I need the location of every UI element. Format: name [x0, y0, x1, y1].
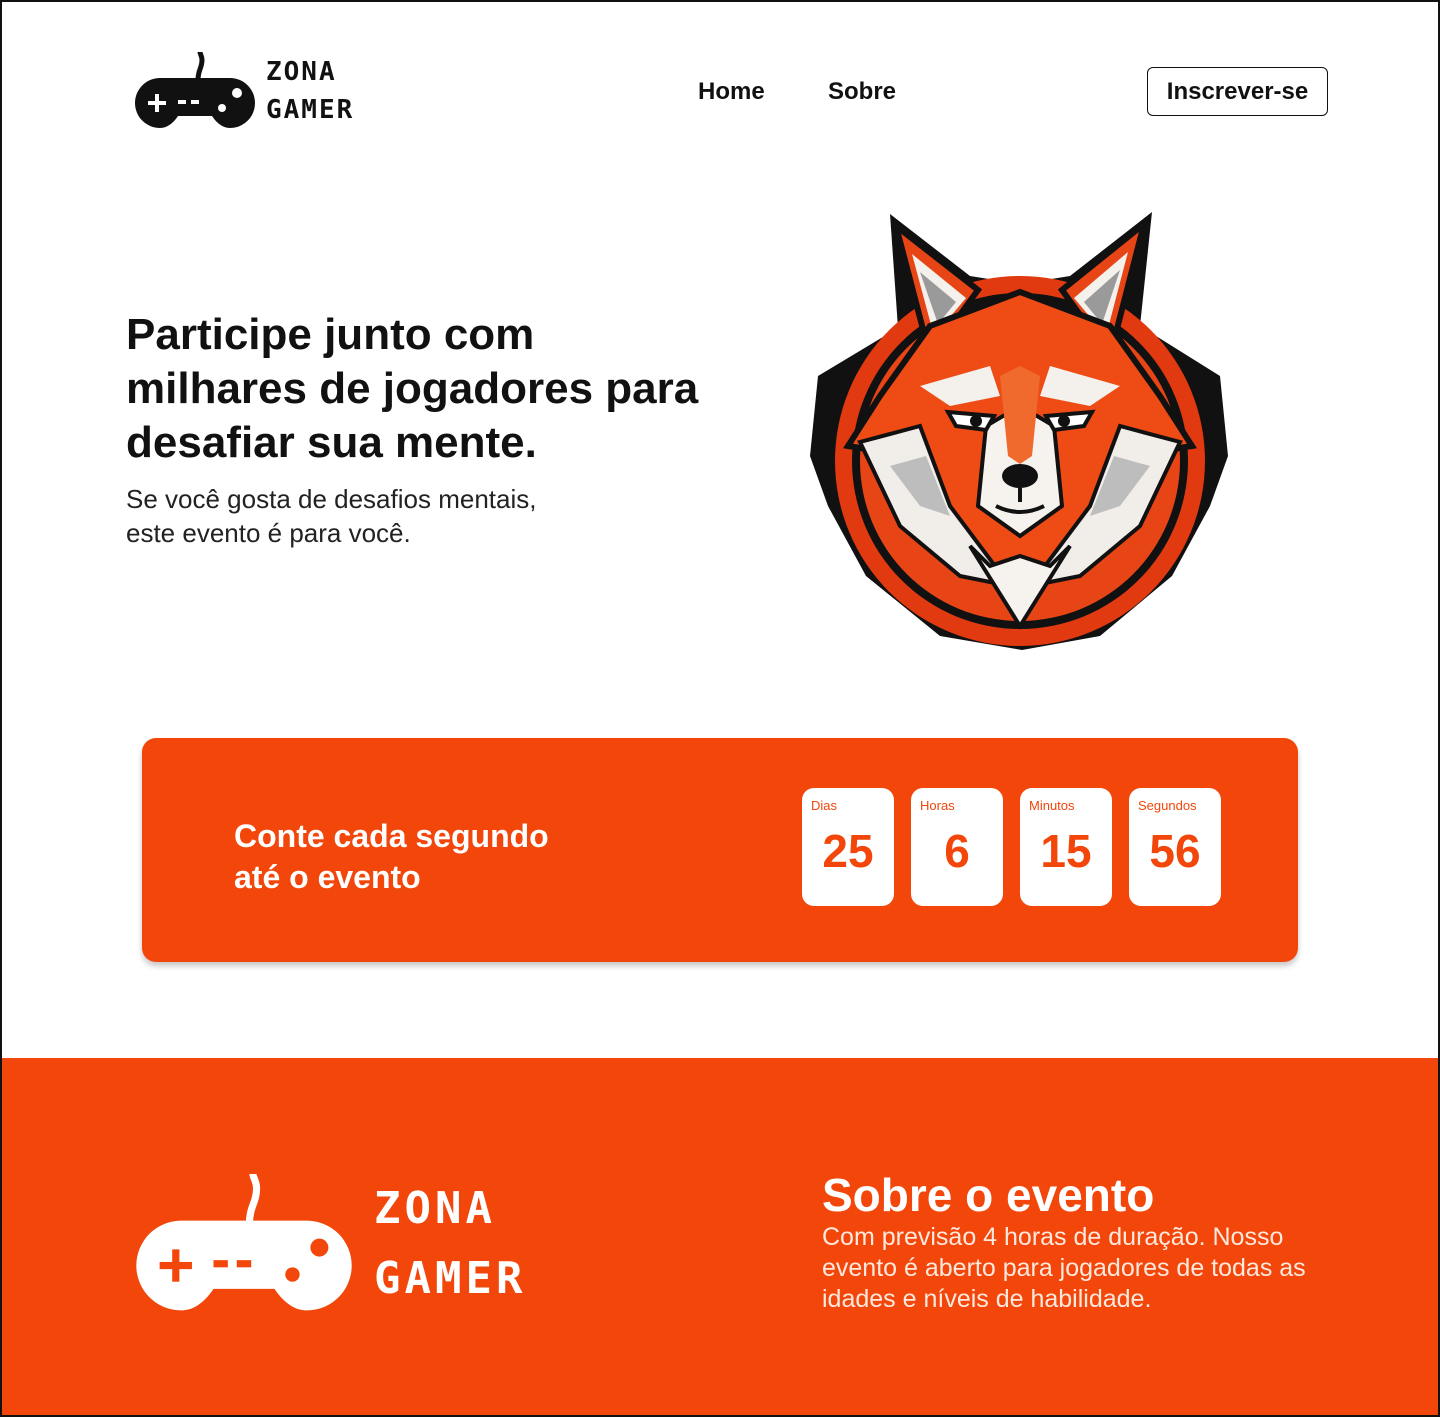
countdown-seconds-label: Segundos: [1138, 798, 1197, 813]
about-section: ZONA GAMER Sobre o evento Com previsão 4…: [0, 1058, 1440, 1417]
hero-subtitle: Se você gosta de desafios mentais, este …: [126, 484, 537, 548]
footer-brand-line1: ZONA: [374, 1183, 496, 1234]
nav-sobre[interactable]: Sobre: [828, 78, 896, 106]
footer-brand-wordmark: ZONA GAMER: [374, 1174, 526, 1314]
countdown-days-label: Dias: [811, 798, 838, 813]
fox-mascot-image: [810, 212, 1228, 650]
gamepad-icon: [136, 1174, 352, 1311]
countdown-banner: Conte cada segundo até o evento Dias 25 …: [142, 738, 1298, 962]
countdown-days: Dias 25: [802, 788, 894, 906]
countdown-hours: Horas 6: [911, 788, 1003, 906]
countdown-hours-label: Horas: [920, 798, 955, 813]
nav-home[interactable]: Home: [698, 78, 765, 106]
countdown-heading: Conte cada segundo até o evento: [234, 816, 549, 898]
footer-brand-logo: ZONA GAMER: [134, 1174, 526, 1314]
gamepad-icon: [135, 52, 255, 128]
countdown-heading-line1: Conte cada segundo: [234, 818, 549, 854]
countdown-minutes-label: Minutos: [1029, 798, 1075, 813]
countdown-days-value: 25: [822, 825, 874, 877]
brand-wordmark: ZONA GAMER: [266, 53, 354, 129]
about-description: Com previsão 4 horas de duração. Nosso e…: [822, 1223, 1306, 1313]
countdown-heading-line2: até o evento: [234, 859, 421, 895]
countdown-seconds: Segundos 56: [1129, 788, 1221, 906]
countdown-seconds-value: 56: [1149, 825, 1201, 877]
about-title: Sobre o evento: [822, 1169, 1155, 1221]
brand-logo[interactable]: ZONA GAMER: [134, 52, 354, 130]
countdown-hours-value: 6: [944, 825, 970, 877]
footer-brand-line2: GAMER: [374, 1253, 527, 1304]
hero-title: Participe junto com milhares de jogadore…: [126, 310, 699, 467]
brand-line2: GAMER: [266, 95, 355, 125]
signup-button[interactable]: Inscrever-se: [1147, 67, 1328, 116]
countdown-minutes-value: 15: [1040, 825, 1092, 877]
brand-line1: ZONA: [266, 57, 337, 87]
countdown-minutes: Minutos 15: [1020, 788, 1112, 906]
